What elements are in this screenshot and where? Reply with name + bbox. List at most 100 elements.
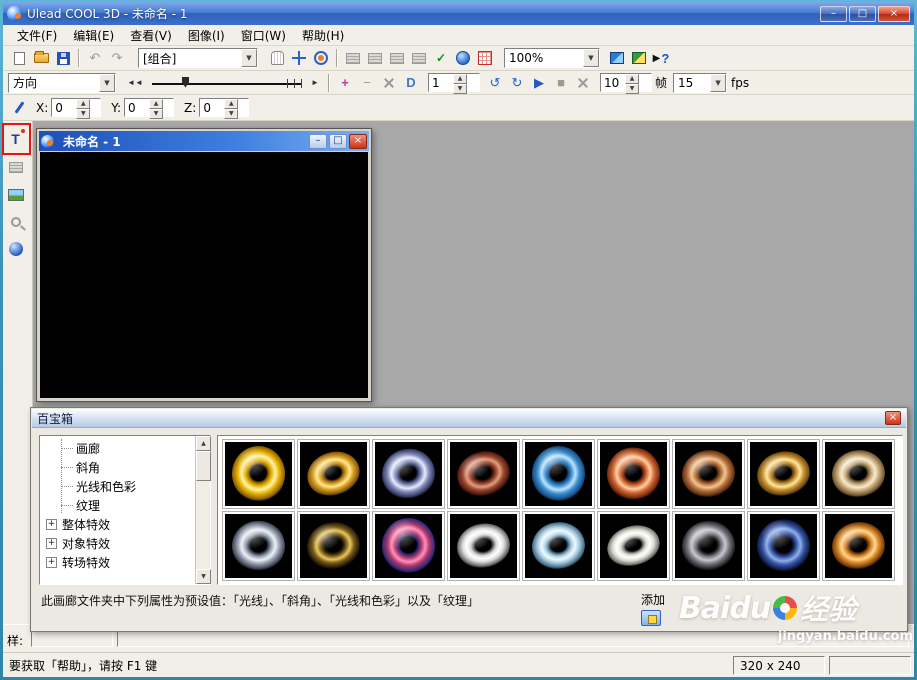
rotate-object-button[interactable] bbox=[310, 47, 332, 69]
zoom-combo[interactable]: 100% ▼ bbox=[504, 48, 600, 68]
cut-frames-button[interactable] bbox=[572, 72, 594, 94]
skew-button[interactable] bbox=[378, 72, 400, 94]
timeline-handle[interactable] bbox=[182, 76, 189, 88]
layer-button-2[interactable] bbox=[364, 47, 386, 69]
menu-image[interactable]: 图像(I) bbox=[180, 25, 233, 46]
grid-toggle-button[interactable] bbox=[474, 47, 496, 69]
gallery-thumbnail[interactable] bbox=[672, 511, 745, 581]
render-canvas[interactable] bbox=[40, 152, 368, 398]
export-image-button[interactable] bbox=[606, 47, 628, 69]
keyframe-spinner[interactable]: 1 ▲ ▼ bbox=[428, 73, 480, 94]
render-quality-button[interactable] bbox=[452, 47, 474, 69]
context-help-button[interactable]: ▶ ? bbox=[650, 47, 672, 69]
gallery-thumbnail[interactable] bbox=[747, 511, 820, 581]
loop-left-button[interactable]: ↺ bbox=[484, 72, 506, 94]
palette-title-bar[interactable]: 百宝箱 × bbox=[32, 409, 906, 428]
tree-scrollbar[interactable]: ▲ ▼ bbox=[195, 436, 211, 584]
menu-view[interactable]: 查看(V) bbox=[122, 25, 180, 46]
scroll-up-icon[interactable]: ▲ bbox=[196, 436, 211, 451]
tree-expand-icon[interactable]: + bbox=[46, 538, 57, 549]
save-button[interactable] bbox=[52, 47, 74, 69]
gallery-thumbnail[interactable] bbox=[822, 439, 895, 509]
spin-down-icon[interactable]: ▼ bbox=[625, 84, 639, 94]
spin-up-icon[interactable]: ▲ bbox=[224, 99, 239, 109]
sphere-object-button[interactable] bbox=[4, 237, 27, 261]
spin-up-icon[interactable]: ▲ bbox=[625, 74, 639, 84]
gallery-thumbnail[interactable] bbox=[597, 511, 670, 581]
chevron-down-icon[interactable]: ▼ bbox=[241, 49, 257, 67]
palette-close-button[interactable]: × bbox=[885, 411, 901, 425]
doc-restore-button[interactable]: □ bbox=[329, 133, 347, 149]
chevron-down-icon[interactable]: ▼ bbox=[583, 49, 599, 67]
document-title-bar[interactable]: 未命名 - 1 – □ × bbox=[39, 131, 369, 151]
edit-text-button[interactable] bbox=[4, 155, 27, 179]
menu-edit[interactable]: 编辑(E) bbox=[65, 25, 122, 46]
timeline-slider[interactable] bbox=[152, 75, 302, 91]
add-button[interactable] bbox=[641, 610, 661, 626]
frames-spinner[interactable]: 10 ▲ ▼ bbox=[600, 73, 652, 94]
spin-down-icon[interactable]: ▼ bbox=[76, 109, 91, 119]
layer-button-3[interactable] bbox=[386, 47, 408, 69]
tree-expand-icon[interactable]: + bbox=[46, 519, 57, 530]
group-combo[interactable]: [组合] ▼ bbox=[138, 48, 258, 68]
style-box-small[interactable] bbox=[31, 630, 113, 647]
tree-item-bevel[interactable]: 斜角 bbox=[41, 458, 194, 477]
minimize-button[interactable]: – bbox=[820, 5, 847, 22]
gallery-thumbnail[interactable] bbox=[747, 439, 820, 509]
transform-tool-button[interactable] bbox=[8, 97, 30, 119]
spin-down-icon[interactable]: ▼ bbox=[224, 109, 239, 119]
gallery-thumbnail[interactable] bbox=[222, 511, 295, 581]
zoom-tool-button[interactable] bbox=[4, 210, 27, 234]
tree-item-texture[interactable]: 纹理 bbox=[41, 496, 194, 515]
y-spinner[interactable]: 0 ▲ ▼ bbox=[124, 98, 175, 119]
title-bar[interactable]: Ulead COOL 3D - 未命名 - 1 – □ × bbox=[3, 2, 914, 25]
next-keyframe-button[interactable]: ► bbox=[306, 72, 324, 94]
open-button[interactable] bbox=[30, 47, 52, 69]
spin-up-icon[interactable]: ▲ bbox=[76, 99, 91, 109]
scroll-down-icon[interactable]: ▼ bbox=[196, 569, 211, 584]
gallery-thumbnail[interactable] bbox=[447, 439, 520, 509]
fps-combo[interactable]: 15 ▼ bbox=[673, 72, 728, 93]
spin-down-icon[interactable]: ▼ bbox=[149, 109, 164, 119]
gallery-thumbnail[interactable] bbox=[222, 439, 295, 509]
gallery-thumbnail[interactable] bbox=[822, 511, 895, 581]
gallery-thumbnail[interactable] bbox=[297, 439, 370, 509]
gallery-thumbnail[interactable] bbox=[447, 511, 520, 581]
play-button[interactable]: ▶ bbox=[528, 72, 550, 94]
bevel-button[interactable]: D bbox=[400, 72, 422, 94]
confirm-edit-button[interactable]: ✓ bbox=[430, 47, 452, 69]
export-animation-button[interactable] bbox=[628, 47, 650, 69]
loop-right-button[interactable]: ↻ bbox=[506, 72, 528, 94]
remove-keyframe-button[interactable]: − bbox=[356, 72, 378, 94]
move-object-button[interactable] bbox=[288, 47, 310, 69]
tree-item-global-effects[interactable]: + 整体特效 bbox=[41, 515, 194, 534]
spin-up-icon[interactable]: ▲ bbox=[453, 74, 467, 84]
spin-down-icon[interactable]: ▼ bbox=[453, 84, 467, 94]
gallery-thumbnail[interactable] bbox=[372, 439, 445, 509]
layer-button-4[interactable] bbox=[408, 47, 430, 69]
document-window[interactable]: 未命名 - 1 – □ × bbox=[36, 128, 372, 402]
gallery-thumbnail[interactable] bbox=[522, 439, 595, 509]
gallery-thumbnail[interactable] bbox=[372, 511, 445, 581]
pan-tool-button[interactable] bbox=[266, 47, 288, 69]
tree-item-gallery[interactable]: 画廊 bbox=[41, 439, 194, 458]
prev-keyframe-button[interactable]: ◄◄ bbox=[122, 72, 148, 94]
tree-expand-icon[interactable]: + bbox=[46, 557, 57, 568]
gallery-thumbnail[interactable] bbox=[672, 439, 745, 509]
undo-button[interactable]: ↶ bbox=[84, 47, 106, 69]
insert-text-button[interactable]: T bbox=[4, 127, 27, 151]
chevron-down-icon[interactable]: ▼ bbox=[99, 73, 115, 92]
close-button[interactable]: × bbox=[878, 5, 910, 22]
chevron-down-icon[interactable]: ▼ bbox=[710, 73, 727, 92]
new-button[interactable] bbox=[8, 47, 30, 69]
gallery-thumbnail[interactable] bbox=[597, 439, 670, 509]
layer-button-1[interactable] bbox=[342, 47, 364, 69]
maximize-button[interactable]: □ bbox=[849, 5, 876, 22]
menu-help[interactable]: 帮助(H) bbox=[294, 25, 352, 46]
redo-button[interactable]: ↷ bbox=[106, 47, 128, 69]
spin-up-icon[interactable]: ▲ bbox=[149, 99, 164, 109]
scrollbar-thumb[interactable] bbox=[196, 451, 211, 481]
x-spinner[interactable]: 0 ▲ ▼ bbox=[51, 98, 102, 119]
insert-graphic-button[interactable] bbox=[4, 183, 27, 207]
doc-minimize-button[interactable]: – bbox=[309, 133, 327, 149]
